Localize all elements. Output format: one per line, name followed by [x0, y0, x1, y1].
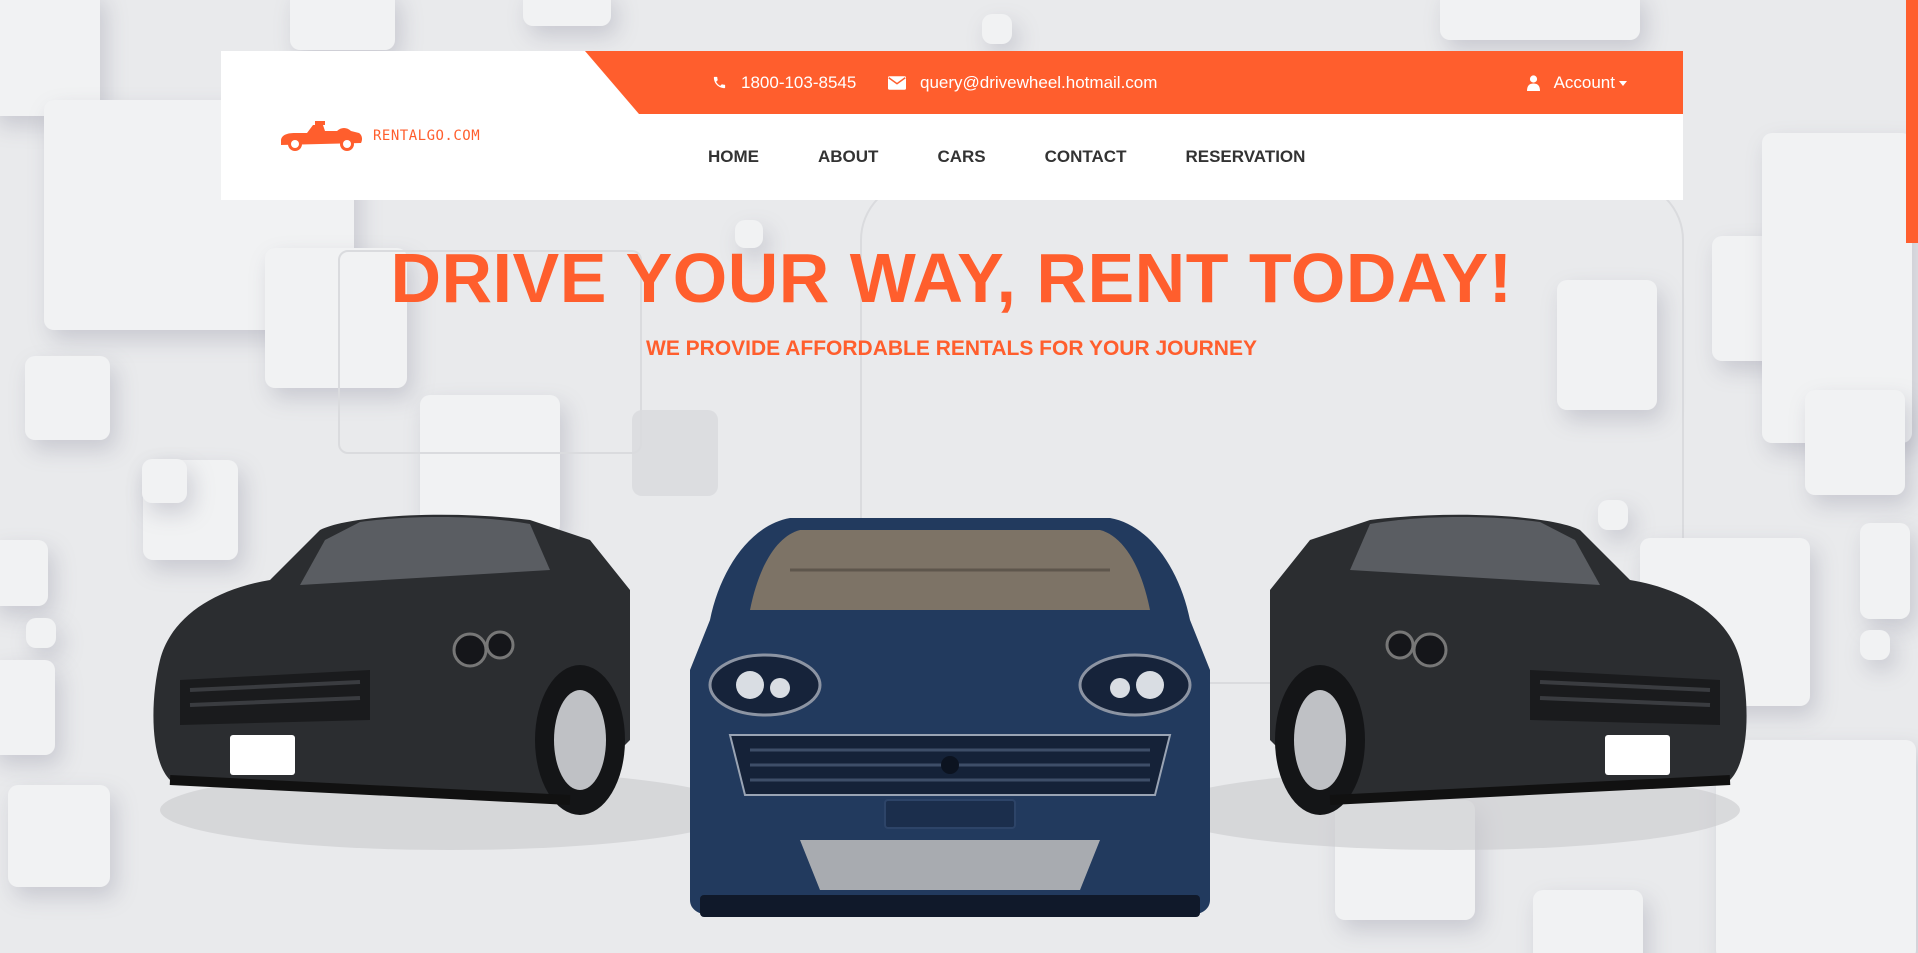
- nav-item-home[interactable]: HOME: [708, 147, 759, 167]
- background-tile: [982, 14, 1012, 44]
- hero-title: DRIVE YOUR WAY, RENT TODAY!: [390, 239, 1513, 317]
- background-tile: [523, 0, 611, 26]
- background-tile: [632, 410, 718, 496]
- background-tile: [1440, 0, 1640, 40]
- right-car-image: [1160, 514, 1747, 850]
- nav-item-about[interactable]: ABOUT: [818, 147, 878, 167]
- phone-number: 1800-103-8545: [741, 72, 857, 92]
- site-logo[interactable]: RENTALGO.COM: [277, 119, 480, 158]
- scrollbar-thumb[interactable]: [1906, 0, 1918, 243]
- email-address: query@drivewheel.hotmail.com: [920, 72, 1158, 92]
- user-icon: [1526, 74, 1540, 91]
- background-tile: [1860, 523, 1910, 619]
- background-tile: [26, 618, 56, 648]
- contact-bar: 1800-103-8545 query@drivewheel.hotmail.c…: [585, 51, 1683, 114]
- background-tile: [8, 785, 110, 887]
- site-header: 1800-103-8545 query@drivewheel.hotmail.c…: [221, 51, 1683, 200]
- center-car-image: [690, 518, 1210, 917]
- main-nav: HOME ABOUT CARS CONTACT RESERVATION: [708, 114, 1364, 200]
- background-tile: [290, 0, 395, 50]
- page: 1800-103-8545 query@drivewheel.hotmail.c…: [0, 0, 1918, 953]
- account-label: Account: [1553, 72, 1615, 92]
- background-tile: [0, 660, 55, 755]
- background-tile: [142, 459, 187, 503]
- logo-text: RENTALGO.COM: [373, 127, 481, 144]
- background-tile: [1860, 630, 1890, 660]
- phone-contact[interactable]: 1800-103-8545: [712, 51, 856, 114]
- race-car-icon: [277, 119, 363, 158]
- nav-item-cars[interactable]: CARS: [937, 147, 985, 167]
- nav-item-contact[interactable]: CONTACT: [1045, 147, 1127, 167]
- email-contact[interactable]: query@drivewheel.hotmail.com: [888, 51, 1157, 114]
- background-tile: [1805, 390, 1905, 495]
- phone-icon: [712, 75, 727, 90]
- envelope-icon: [888, 75, 906, 90]
- hero-subtitle: WE PROVIDE AFFORDABLE RENTALS FOR YOUR J…: [646, 337, 1257, 360]
- account-dropdown[interactable]: Account: [1526, 51, 1627, 114]
- left-car-image: [153, 514, 740, 850]
- background-tile: [0, 540, 48, 606]
- nav-item-reservation[interactable]: RESERVATION: [1185, 147, 1305, 167]
- cars-illustration: [153, 514, 1747, 917]
- caret-down-icon: [1619, 81, 1627, 86]
- background-tile: [25, 356, 110, 440]
- background-tile: [0, 0, 100, 116]
